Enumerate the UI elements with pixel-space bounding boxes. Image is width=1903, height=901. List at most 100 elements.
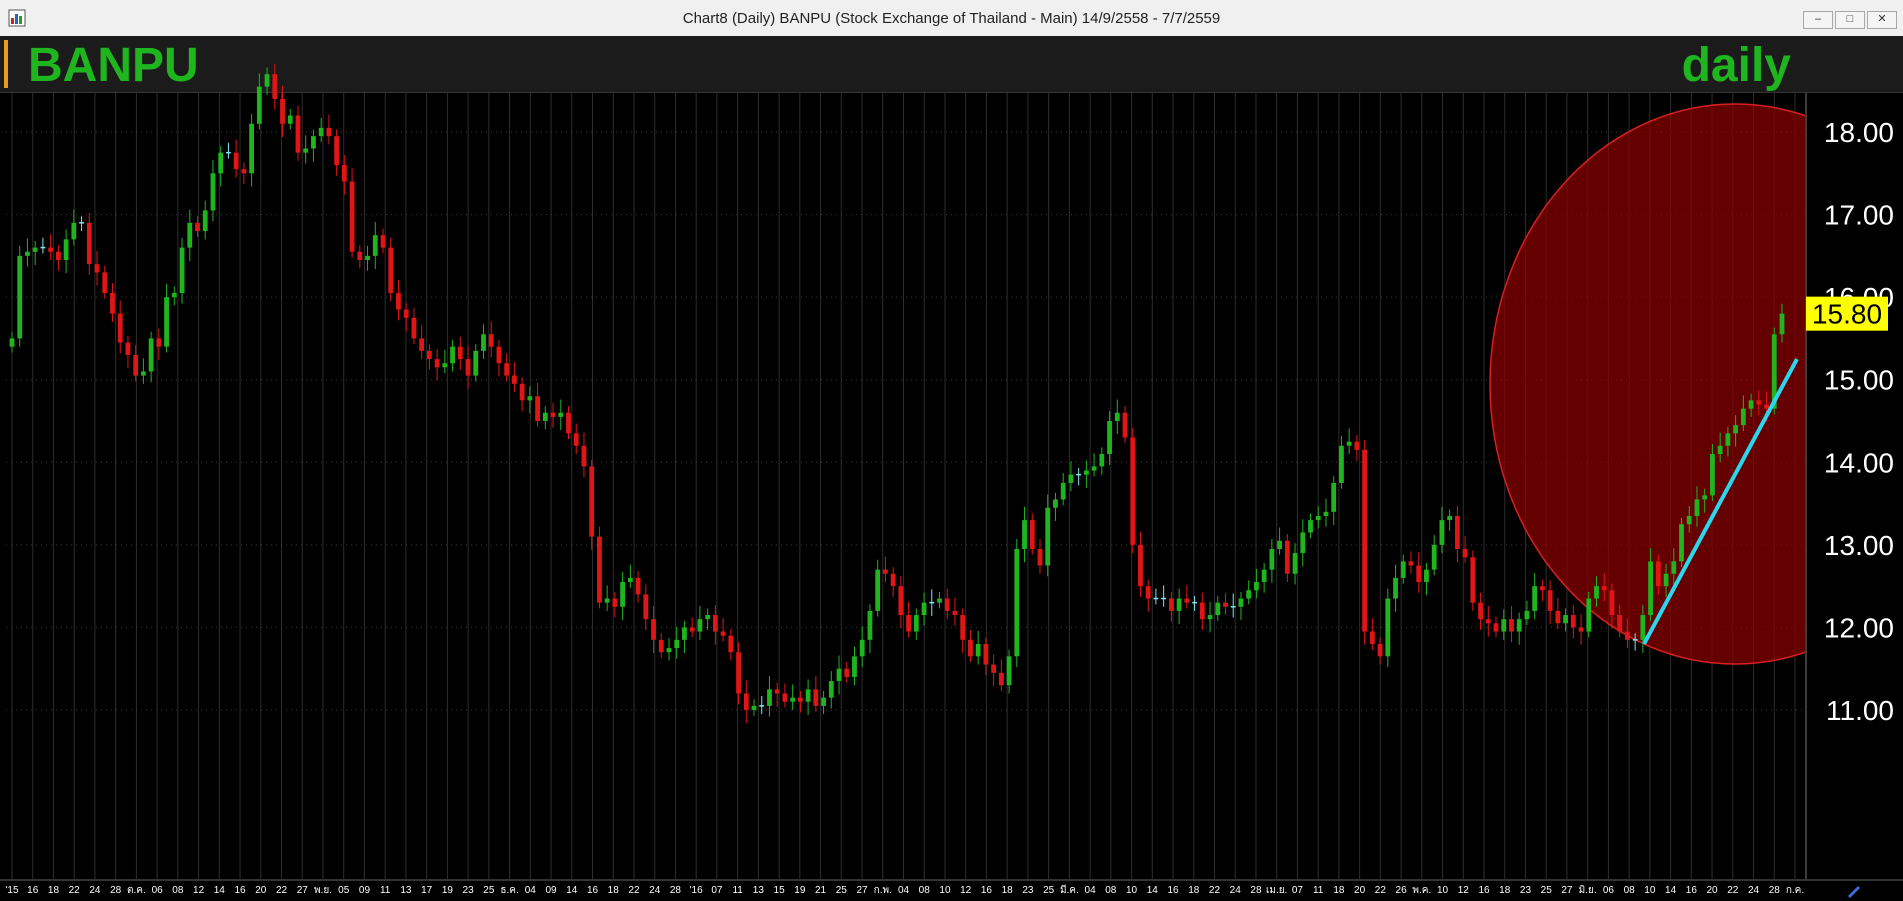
candle-body: [1176, 598, 1182, 611]
candle-body: [1547, 590, 1553, 611]
candle-body: [1493, 623, 1499, 632]
candle-body: [295, 115, 301, 153]
candle-body: [25, 251, 30, 256]
candle-body: [558, 412, 564, 417]
x-tick-label: 22: [1375, 885, 1387, 896]
candle-body: [1246, 590, 1252, 599]
x-tick-label: 16: [1686, 885, 1698, 896]
candle-body: [898, 586, 904, 616]
candle-body: [612, 598, 618, 607]
x-tick-label: 23: [1022, 885, 1034, 896]
candle-body: [581, 445, 587, 467]
x-tick-label: 16: [27, 885, 39, 896]
x-tick-label: 28: [1769, 885, 1781, 896]
x-tick-label: 16: [1167, 885, 1179, 896]
candle-body: [1385, 598, 1391, 657]
x-tick-label: 24: [1230, 885, 1242, 896]
candle-body: [1215, 602, 1221, 616]
candle-body: [604, 598, 610, 603]
candle-body: [1578, 627, 1584, 632]
x-tick-label: 10: [1644, 885, 1656, 896]
candle-body: [1354, 441, 1360, 450]
x-tick-label: 11: [380, 885, 391, 896]
x-tick-label: 16: [234, 885, 246, 896]
candle-body: [1431, 544, 1437, 570]
candle-body: [991, 664, 997, 673]
minimize-button[interactable]: –: [1803, 11, 1833, 29]
restore-button[interactable]: □: [1835, 11, 1865, 29]
candle-body: [975, 643, 981, 657]
x-tick-label: 27: [856, 885, 868, 896]
candle-body: [1029, 520, 1035, 549]
x-tick-label: ต.ค.: [127, 885, 146, 896]
candle-body: [1308, 520, 1313, 533]
candle-body: [1416, 565, 1422, 583]
candle-body: [883, 569, 888, 574]
candle-body: [311, 136, 316, 149]
candle-body: [396, 293, 401, 310]
candle-body: [736, 652, 741, 694]
x-tick-label: 25: [483, 885, 495, 896]
x-tick-label: มี.ค.: [1060, 884, 1079, 896]
candle-body: [372, 235, 378, 256]
close-button[interactable]: ✕: [1867, 11, 1897, 29]
candle-body: [1339, 445, 1344, 483]
candle-body: [1045, 507, 1051, 566]
x-tick-label: 22: [276, 885, 288, 896]
candle-body: [1478, 602, 1483, 620]
candle-body: [983, 643, 989, 665]
candle-body: [1207, 615, 1213, 620]
candle-body: [1300, 532, 1306, 554]
candle-body: [774, 689, 780, 694]
x-tick-label: 27: [1561, 885, 1573, 896]
candle-body: [906, 615, 911, 632]
candle-body: [712, 615, 718, 632]
x-tick-label: 06: [152, 885, 164, 896]
candle-body: [960, 615, 966, 640]
x-tick-label: ก.ค.: [1786, 885, 1804, 896]
candle-body: [195, 222, 200, 232]
candle-body: [1269, 548, 1275, 570]
candle-body: [218, 152, 224, 174]
candle-body: [1053, 499, 1058, 508]
x-tick-label: 14: [1147, 885, 1159, 896]
candle-body: [233, 152, 239, 170]
candle-body: [1601, 586, 1607, 591]
x-tick-label: 09: [545, 885, 557, 896]
candle-body: [627, 577, 633, 583]
candle-body: [1586, 598, 1592, 632]
x-tick-label: 16: [981, 885, 993, 896]
x-tick-label: 14: [214, 885, 226, 896]
candle-body: [597, 536, 602, 603]
x-tick-label: 16: [1478, 885, 1490, 896]
candle-body: [859, 639, 865, 657]
candle-body: [728, 635, 734, 653]
candle-body: [380, 235, 386, 248]
x-tick-label: 11: [732, 885, 743, 896]
candle-body: [875, 569, 881, 611]
candle-body: [1694, 499, 1700, 516]
x-tick-label: 08: [919, 885, 931, 896]
candle-body: [821, 697, 826, 706]
candle-body: [751, 705, 757, 710]
candle-body: [535, 396, 540, 421]
candle-body: [1532, 586, 1538, 611]
candle-body: [465, 359, 471, 376]
candle-body: [512, 375, 517, 384]
x-tick-label: '15: [5, 885, 18, 896]
y-tick-label: 11.00: [1826, 695, 1894, 726]
candle-body: [110, 293, 115, 314]
price-chart[interactable]: 18.0017.0016.0015.0014.0013.0012.0011.00…: [0, 36, 1903, 901]
candle-body: [658, 639, 664, 653]
candle-body: [55, 251, 61, 260]
candle-body: [890, 573, 896, 587]
candle-body: [264, 74, 270, 87]
chart-area[interactable]: BANPU daily 18.0017.0016.0015.0014.0013.…: [0, 36, 1903, 901]
x-tick-label: 04: [525, 885, 537, 896]
candle-body: [1369, 631, 1375, 644]
candle-body: [1516, 619, 1522, 632]
candle-body: [527, 396, 533, 401]
candle-body: [9, 338, 15, 347]
candle-body: [1663, 573, 1669, 587]
candle-body: [241, 169, 247, 174]
